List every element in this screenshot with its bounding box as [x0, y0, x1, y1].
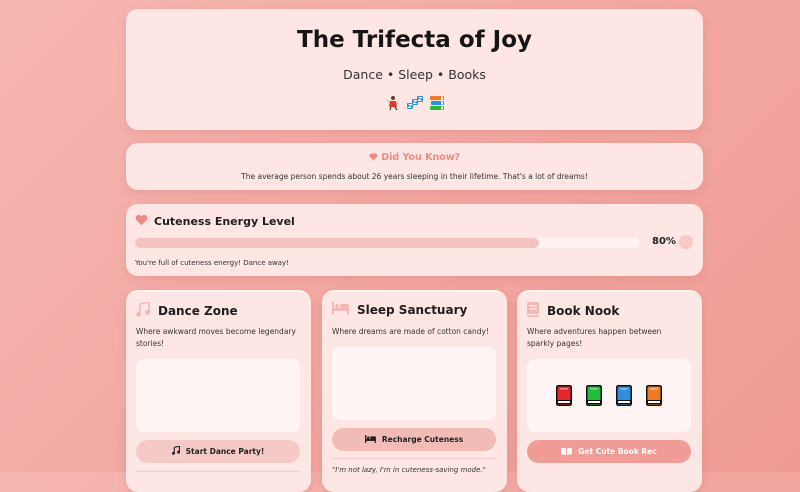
emoji-row [126, 95, 703, 111]
start-dance-party-label: Start Dance Party! [185, 447, 265, 456]
divider [332, 458, 496, 459]
header-card: The Trifecta of Joy Dance • Sleep • Book… [126, 9, 703, 130]
energy-toggle-button[interactable] [679, 235, 693, 249]
sleep-sanctuary-heading: Sleep Sanctuary [332, 302, 467, 317]
book-icon [616, 385, 632, 406]
energy-progress-track [135, 238, 640, 248]
get-cute-book-rec-label: Get Cute Book Rec [578, 447, 657, 456]
recharge-cuteness-label: Recharge Cuteness [381, 435, 464, 444]
energy-progress-fill [135, 238, 539, 248]
book-icon [646, 385, 662, 406]
book-open-icon [561, 447, 573, 457]
book-nook-heading: Book Nook [527, 302, 619, 320]
dance-zone-heading: Dance Zone [136, 301, 238, 320]
sleep-quote: "I'm not lazy, I'm in cuteness-saving mo… [332, 466, 486, 474]
book-nook-description: Where adventures happen between sparkly … [527, 327, 662, 348]
music-note-icon [136, 301, 150, 320]
page-subtitle: Dance • Sleep • Books [343, 67, 486, 82]
sleep-display-panel [332, 347, 496, 420]
energy-heading: Cuteness Energy Level [135, 214, 295, 229]
book-icon [527, 302, 539, 320]
bed-icon [332, 302, 349, 317]
book-shelf-panel [527, 359, 691, 432]
bed-icon [364, 434, 376, 445]
energy-card: Cuteness Energy Level 80% You're full of… [126, 204, 703, 276]
get-cute-book-rec-button[interactable]: Get Cute Book Rec [527, 440, 691, 463]
energy-message: You're full of cuteness energy! Dance aw… [135, 259, 290, 267]
books-icon [429, 95, 445, 111]
zzz-icon [406, 95, 423, 111]
dance-zone-description: Where awkward moves become legendary sto… [136, 327, 296, 348]
energy-percent: 80% [652, 236, 676, 247]
book-nook-card: Book Nook Where adventures happen betwee… [517, 290, 702, 492]
dance-zone-title: Dance Zone [158, 304, 238, 318]
heart-icon [135, 214, 148, 229]
page-title: The Trifecta of Joy [297, 27, 532, 53]
fact-text: The average person spends about 26 years… [241, 172, 588, 181]
recharge-cuteness-button[interactable]: Recharge Cuteness [332, 428, 496, 451]
book-icon [556, 385, 572, 406]
fact-title: Did You Know? [381, 152, 461, 163]
start-dance-party-button[interactable]: Start Dance Party! [136, 440, 300, 463]
music-note-icon [171, 445, 180, 457]
dance-display-panel [136, 359, 300, 432]
fact-card: Did You Know? The average person spends … [126, 143, 703, 190]
dancer-icon [385, 95, 401, 111]
sleep-sanctuary-card: Sleep Sanctuary Where dreams are made of… [322, 290, 507, 492]
book-nook-title: Book Nook [547, 304, 620, 318]
energy-title: Cuteness Energy Level [154, 215, 295, 228]
sleep-sanctuary-title: Sleep Sanctuary [357, 302, 468, 317]
fact-heading: Did You Know? [126, 152, 703, 163]
book-icon [586, 385, 602, 406]
sleep-sanctuary-description: Where dreams are made of cotton candy! [332, 327, 489, 336]
heart-icon [369, 152, 381, 163]
dance-zone-card: Dance Zone Where awkward moves become le… [126, 290, 311, 492]
